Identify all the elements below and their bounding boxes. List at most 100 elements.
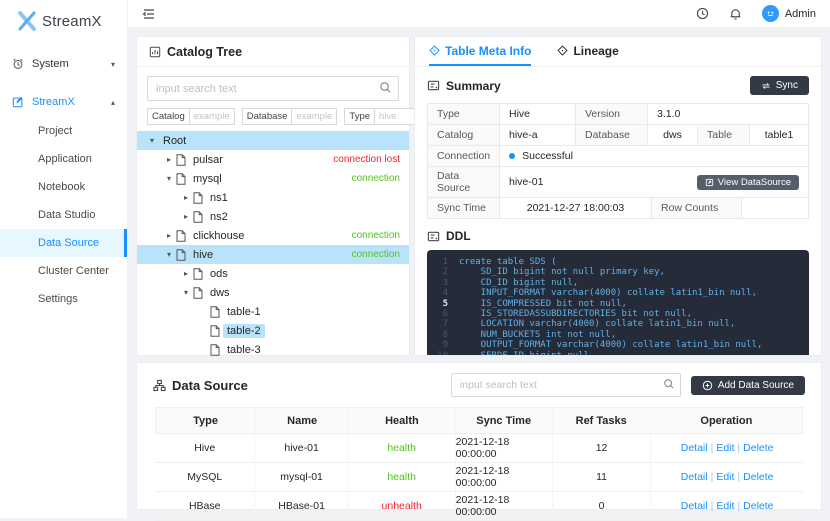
tree-node-table-2[interactable]: table-2 xyxy=(137,321,409,340)
bell-icon[interactable] xyxy=(729,7,742,20)
cell-text: 2021-12-27 18:00:03 xyxy=(526,202,625,214)
sidebar-group-label: System xyxy=(32,58,69,70)
catalog-search-input[interactable] xyxy=(147,76,399,101)
line-number: 7 xyxy=(442,319,448,330)
caret-down-icon[interactable]: ▾ xyxy=(145,136,159,145)
sidebar-group-streamx[interactable]: StreamX ▴ xyxy=(0,87,127,117)
health-cell: unhealth xyxy=(349,492,456,520)
caret-right-icon[interactable]: ▸ xyxy=(162,155,176,164)
ref-tasks-cell: 0 xyxy=(553,492,652,520)
tree-node-label[interactable]: table-2 xyxy=(223,323,265,338)
caret-right-icon[interactable]: ▸ xyxy=(179,269,193,278)
tree-node-label[interactable]: dws xyxy=(206,286,234,300)
sidebar-group-system[interactable]: System ▾ xyxy=(0,49,127,79)
caret-right-icon[interactable]: ▸ xyxy=(162,231,176,240)
summary-value: table1 xyxy=(750,125,808,145)
detail-link[interactable]: Detail xyxy=(681,442,708,454)
table-meta-panel: Table Meta Info Lineage Summary Sync Typ… xyxy=(414,36,822,356)
sidebar-item-project[interactable]: Project xyxy=(0,117,127,145)
search-icon[interactable] xyxy=(663,378,675,390)
tree-node-root[interactable]: ▾ Root xyxy=(137,131,409,150)
code-line: 9 OUTPUT_FORMAT varchar(4000) collate la… xyxy=(427,340,809,350)
summary-label: Version xyxy=(576,104,648,124)
tree-node-mysql[interactable]: ▾ mysql connection xyxy=(137,169,409,188)
caret-down-icon[interactable]: ▾ xyxy=(162,174,176,183)
tree-node-label[interactable]: ods xyxy=(206,267,232,281)
filter-input-database[interactable] xyxy=(291,108,338,125)
column-header-health: Health xyxy=(349,408,456,433)
caret-down-icon[interactable]: ▾ xyxy=(179,288,193,297)
delete-link[interactable]: Delete xyxy=(743,471,773,483)
brand-logo[interactable]: StreamX xyxy=(0,0,127,41)
tree-node-table-3[interactable]: table-3 xyxy=(137,340,409,359)
code-text: OUTPUT_FORMAT varchar(4000) collate lati… xyxy=(459,340,763,351)
summary-value: 3.1.0 xyxy=(648,104,808,124)
tree-node-dws[interactable]: ▾ dws xyxy=(137,283,409,302)
tree-node-label[interactable]: table-3 xyxy=(223,343,265,357)
op-separator: | xyxy=(737,500,741,512)
tab-label: Lineage xyxy=(573,43,619,58)
summary-row: Sync Time 2021-12-27 18:00:03 Row Counts xyxy=(428,198,808,219)
tree-node-pulsar[interactable]: ▸ pulsar connection lost xyxy=(137,150,409,169)
tree-node-label[interactable]: hive xyxy=(189,248,217,262)
tree-node-hive[interactable]: ▾ hive connection xyxy=(137,245,409,264)
sync-time-cell: 2021-12-18 00:00:00 xyxy=(456,463,553,491)
edit-link[interactable]: Edit xyxy=(716,442,734,454)
ddl-code-block[interactable]: 1 create table SDS (2 SD_ID bigint not nu… xyxy=(427,250,809,355)
tree-node-label[interactable]: ns2 xyxy=(206,210,232,224)
view-datasource-button[interactable]: View DataSource xyxy=(696,174,799,190)
add-data-source-button[interactable]: Add Data Source xyxy=(690,375,805,395)
tree-node-label[interactable]: mysql xyxy=(189,172,226,186)
code-text: create table SDS ( xyxy=(459,257,557,267)
data-source-search-input[interactable] xyxy=(450,373,681,397)
summary-label: Sync Time xyxy=(428,198,500,218)
sidebar-item-data-studio[interactable]: Data Studio xyxy=(0,201,127,229)
tab-table-meta-info[interactable]: Table Meta Info xyxy=(429,37,532,66)
sidebar-item-cluster-center[interactable]: Cluster Center xyxy=(0,257,127,285)
edit-link[interactable]: Edit xyxy=(716,500,734,512)
ddl-title: DDL xyxy=(446,229,471,243)
tree-node-label[interactable]: clickhouse xyxy=(189,229,248,243)
summary-label: Connection xyxy=(428,146,501,166)
sync-button[interactable]: Sync xyxy=(749,76,809,95)
cell-text: hive-01 xyxy=(509,176,544,188)
menu-fold-icon[interactable] xyxy=(142,7,156,21)
summary-value: Successful xyxy=(500,146,808,166)
caret-right-icon[interactable]: ▸ xyxy=(179,212,193,221)
tree-node-clickhouse[interactable]: ▸ clickhouse connection xyxy=(137,226,409,245)
filter-database: Database xyxy=(241,108,338,125)
data-source-title: Data Source xyxy=(172,377,248,393)
summary-label: Database xyxy=(576,125,648,145)
detail-link[interactable]: Detail xyxy=(681,471,708,483)
delete-link[interactable]: Delete xyxy=(743,500,773,512)
sidebar-item-data-source[interactable]: Data Source xyxy=(0,229,127,257)
chevron-down-icon: ▾ xyxy=(110,59,115,69)
filter-input-catalog[interactable] xyxy=(188,108,235,125)
name-cell: hive-01 xyxy=(255,434,349,462)
clock-icon[interactable] xyxy=(696,7,709,20)
sidebar-item-notebook[interactable]: Notebook xyxy=(0,173,127,201)
summary-value xyxy=(742,198,808,218)
username[interactable]: Admin xyxy=(785,8,816,20)
tree-node-label[interactable]: Root xyxy=(159,134,190,148)
tree-node-ns2[interactable]: ▸ ns2 xyxy=(137,207,409,226)
search-icon[interactable] xyxy=(379,81,392,94)
caret-right-icon[interactable]: ▸ xyxy=(179,193,193,202)
edit-link[interactable]: Edit xyxy=(716,471,734,483)
cell-text: Data Source xyxy=(437,170,471,194)
sidebar-item-settings[interactable]: Settings xyxy=(0,285,127,313)
tab-lineage[interactable]: Lineage xyxy=(557,37,619,66)
tree-node-label[interactable]: ns1 xyxy=(206,191,232,205)
tree-node-ods[interactable]: ▸ ods xyxy=(137,264,409,283)
tree-node-label[interactable]: table-1 xyxy=(223,305,265,319)
file-icon xyxy=(210,343,223,356)
tree-node-ns1[interactable]: ▸ ns1 xyxy=(137,188,409,207)
code-text: IS_COMPRESSED bit not null, xyxy=(459,298,627,309)
delete-link[interactable]: Delete xyxy=(743,442,773,454)
detail-link[interactable]: Detail xyxy=(681,500,708,512)
tree-node-label[interactable]: pulsar xyxy=(189,153,227,167)
sidebar-item-application[interactable]: Application xyxy=(0,145,127,173)
caret-down-icon[interactable]: ▾ xyxy=(162,250,176,259)
tree-node-table-1[interactable]: table-1 xyxy=(137,302,409,321)
user-avatar[interactable] xyxy=(761,5,779,22)
